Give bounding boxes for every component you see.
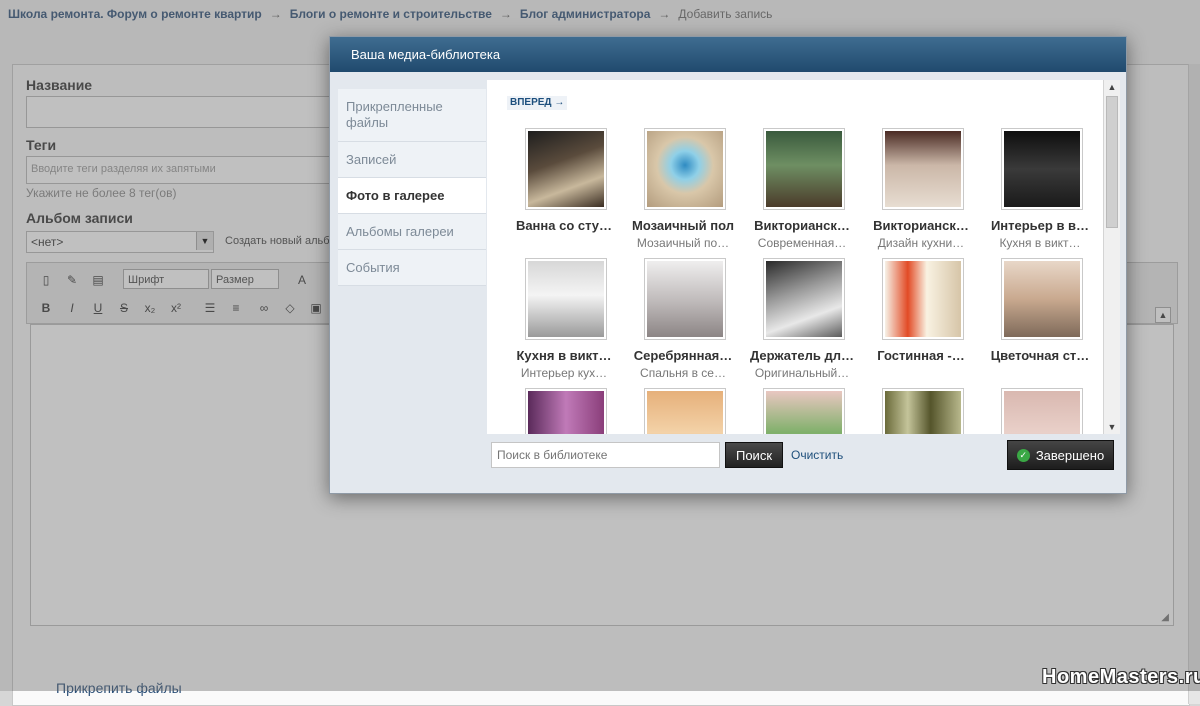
photo-image <box>528 261 604 337</box>
tab-label: События <box>346 260 400 275</box>
photo-thumbnail[interactable] <box>763 258 845 340</box>
photo-subtitle: Современная… <box>757 236 847 250</box>
tab-attached-files[interactable]: Прикрепленные файлы <box>338 89 486 142</box>
photo-image <box>647 261 723 337</box>
tab-gallery-albums[interactable]: Альбомы галереи <box>338 214 486 250</box>
photo-subtitle: Мозаичный по… <box>636 236 730 250</box>
photo-image <box>647 131 723 207</box>
scroll-thumb[interactable] <box>1106 96 1118 228</box>
photo-subtitle: Дизайн кухни… <box>877 236 965 250</box>
tab-gallery-photos[interactable]: Фото в галерее <box>338 178 486 214</box>
photo-image <box>766 391 842 434</box>
photo-thumbnail[interactable] <box>763 388 845 434</box>
tab-label: Фото в галерее <box>346 188 445 203</box>
photo-image <box>528 391 604 434</box>
photo-thumbnail[interactable] <box>1001 128 1083 210</box>
photo-image <box>528 131 604 207</box>
photo-thumbnail[interactable] <box>882 388 964 434</box>
clear-link[interactable]: Очистить <box>791 448 843 462</box>
tab-posts[interactable]: Записей <box>338 142 486 178</box>
photo-image <box>885 391 961 434</box>
tab-label: Альбомы галереи <box>346 224 454 239</box>
photo-title: Кухня в викт… <box>516 348 612 363</box>
media-library-modal: Ваша медиа-библиотека Прикрепленные файл… <box>329 36 1127 494</box>
tab-events[interactable]: События <box>338 250 486 286</box>
done-button[interactable]: ✓ Завершено <box>1007 440 1114 470</box>
photo-title: Викторианск… <box>754 218 850 233</box>
modal-header: Ваша медиа-библиотека <box>330 37 1126 72</box>
photo-title: Викторианск… <box>873 218 969 233</box>
photo-thumbnail[interactable] <box>763 128 845 210</box>
scroll-down-icon[interactable]: ▼ <box>1104 420 1120 434</box>
tab-label: Прикрепленные файлы <box>346 99 443 130</box>
photo-title: Ванна со сту… <box>515 218 613 233</box>
photo-thumbnail[interactable] <box>1001 388 1083 434</box>
library-search-input[interactable] <box>491 442 720 468</box>
photo-thumbnail[interactable] <box>1001 258 1083 340</box>
photo-thumbnail[interactable] <box>644 258 726 340</box>
photo-image <box>766 131 842 207</box>
tab-label: Записей <box>346 152 397 167</box>
photo-title: Интерьер в в… <box>990 218 1090 233</box>
photo-thumbnail[interactable] <box>882 258 964 340</box>
modal-title: Ваша медиа-библиотека <box>351 47 501 62</box>
next-page-button[interactable]: ВПЕРЕД → <box>507 96 568 110</box>
photo-image <box>1004 391 1080 434</box>
done-button-label: Завершено <box>1035 447 1105 463</box>
photo-title: Гостинная -… <box>877 348 965 363</box>
photo-subtitle: Интерьер кух… <box>520 366 608 380</box>
photo-thumbnail[interactable] <box>644 128 726 210</box>
scrollbar[interactable]: ▲ ▼ <box>1103 80 1120 434</box>
photo-image <box>647 391 723 434</box>
photo-subtitle: Оригинальный… <box>754 366 850 380</box>
photo-title: Мозаичный пол <box>632 218 734 233</box>
photo-thumbnail[interactable] <box>525 258 607 340</box>
photo-subtitle: Спальня в се… <box>640 366 726 380</box>
photo-image <box>1004 131 1080 207</box>
photo-image <box>885 131 961 207</box>
photo-title: Цветочная ст… <box>990 348 1090 363</box>
photo-thumbnail[interactable] <box>644 388 726 434</box>
photo-thumbnail[interactable] <box>525 128 607 210</box>
scroll-up-icon[interactable]: ▲ <box>1104 80 1120 94</box>
photo-title: Серебрянная… <box>633 348 733 363</box>
photo-thumbnail[interactable] <box>525 388 607 434</box>
photo-image <box>885 261 961 337</box>
photo-title: Держатель дл… <box>750 348 854 363</box>
modal-sidebar: Прикрепленные файлы Записей Фото в галер… <box>338 89 486 286</box>
photo-subtitle: Кухня в викт… <box>999 236 1081 250</box>
photo-image <box>766 261 842 337</box>
photo-grid: ВПЕРЕД → Ванна со сту… Мозаичный пол Мозаи… <box>487 80 1103 434</box>
photo-thumbnail[interactable] <box>882 128 964 210</box>
check-icon: ✓ <box>1016 448 1030 462</box>
watermark-logo: HomeMasters.ru <box>1042 666 1200 688</box>
photo-image <box>1004 261 1080 337</box>
search-button[interactable]: Поиск <box>725 442 783 468</box>
